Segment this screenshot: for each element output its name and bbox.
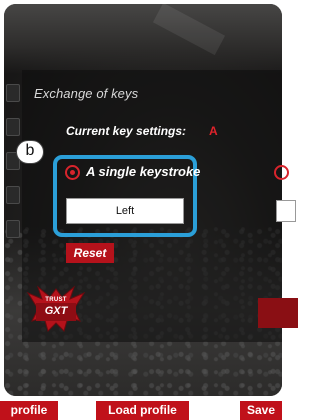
dialog-title: Exchange of keys — [34, 86, 139, 101]
load-profile-button[interactable]: Load profile — [96, 401, 189, 420]
second-option-input[interactable] — [276, 200, 296, 222]
single-keystroke-label[interactable]: A single keystroke — [86, 164, 200, 179]
keystroke-input[interactable] — [66, 198, 184, 224]
right-action-button[interactable] — [258, 298, 298, 328]
logo-gxt-text: GXT — [44, 305, 68, 317]
side-shortcut-button[interactable] — [6, 220, 20, 238]
logo-brand-text: TRUST — [45, 297, 67, 303]
side-shortcut-button[interactable] — [6, 84, 20, 102]
side-shortcut-button[interactable] — [6, 118, 20, 136]
single-keystroke-radio[interactable] — [65, 165, 80, 180]
window-header-texture — [4, 4, 282, 74]
reset-button[interactable]: Reset — [66, 243, 114, 263]
side-shortcut-button[interactable] — [6, 186, 20, 204]
current-key-label: Current key settings: — [66, 124, 187, 138]
side-shortcut-strip — [4, 64, 24, 274]
second-option-radio[interactable] — [274, 165, 289, 180]
current-key-value: A — [209, 124, 218, 138]
save-button[interactable]: Save — [240, 401, 282, 420]
profile-button[interactable]: profile — [0, 401, 58, 420]
callout-marker: b — [16, 140, 44, 164]
